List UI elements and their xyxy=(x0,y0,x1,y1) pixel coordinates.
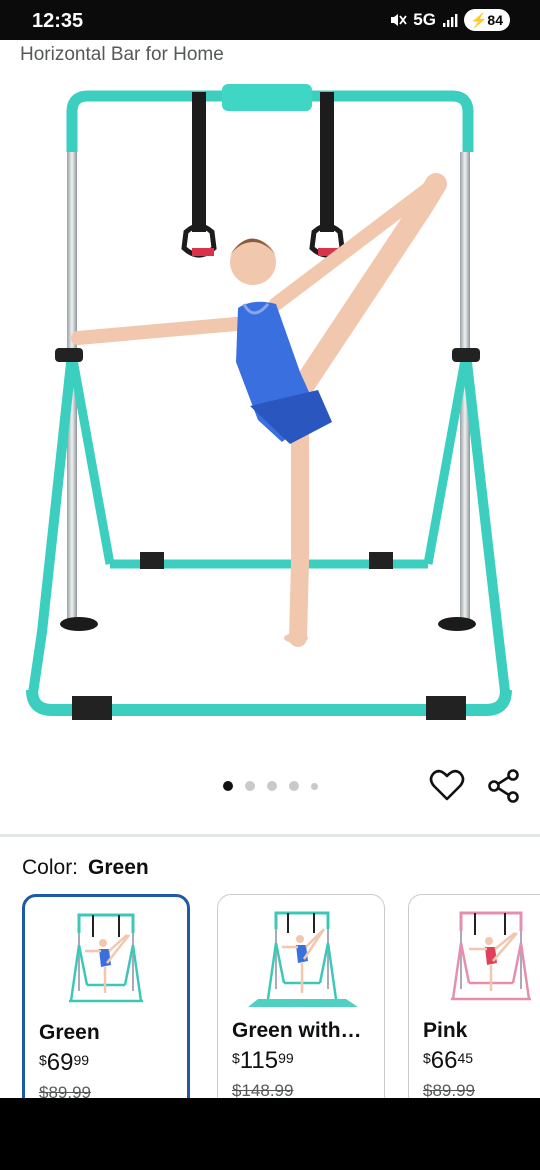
variant-price: $6645 xyxy=(423,1047,473,1075)
share-icon[interactable] xyxy=(486,768,522,804)
variant-card-pink[interactable]: Pink $6645 $89.99 xyxy=(408,894,540,1104)
price-whole: 66 xyxy=(430,1047,458,1074)
variant-thumbnail xyxy=(451,911,531,1001)
carousel-dot-1[interactable] xyxy=(222,781,233,791)
price-currency: $ xyxy=(232,1050,240,1066)
status-bar: 12:35 5G ⚡84 xyxy=(0,0,540,40)
color-selected-value: Green xyxy=(88,856,149,879)
variant-thumbnail xyxy=(248,911,358,1007)
battery-level: 84 xyxy=(487,12,503,28)
status-time: 12:35 xyxy=(32,10,84,32)
network-type: 5G xyxy=(413,10,436,29)
variant-card-green-with-mat[interactable]: Green with… $11599 $148.99 xyxy=(217,894,385,1104)
status-icons: 5G ⚡84 xyxy=(389,9,510,31)
price-fraction: 99 xyxy=(278,1050,294,1066)
price-whole: 69 xyxy=(46,1049,74,1076)
price-fraction: 99 xyxy=(73,1052,90,1068)
section-divider xyxy=(0,834,540,837)
variant-thumbnail xyxy=(69,913,143,1003)
price-currency: $ xyxy=(423,1050,431,1066)
battery-icon: ⚡ xyxy=(469,12,488,28)
product-title: Horizontal Bar for Home xyxy=(20,44,224,65)
system-navigation-bar xyxy=(0,1098,540,1170)
carousel-dot-4[interactable] xyxy=(288,781,299,791)
price-currency: $ xyxy=(39,1052,47,1068)
price-fraction: 45 xyxy=(457,1050,474,1066)
battery-indicator: ⚡84 xyxy=(463,9,510,31)
carousel-dot-3[interactable] xyxy=(266,781,277,791)
variant-card-green[interactable]: Green $6999 $89.99 xyxy=(22,894,190,1104)
variant-name: Green xyxy=(39,1021,100,1044)
variant-price: $6999 xyxy=(39,1049,89,1077)
variant-name: Green with… xyxy=(232,1019,362,1042)
variant-list[interactable]: Green $6999 $89.99 Green with… $11599 $1… xyxy=(0,894,540,1104)
variant-price: $11599 xyxy=(232,1047,294,1075)
mute-icon xyxy=(391,14,408,26)
price-whole: 115 xyxy=(239,1047,279,1074)
heart-icon[interactable] xyxy=(428,766,466,804)
color-label: Color: xyxy=(22,856,79,879)
carousel-dot-5[interactable] xyxy=(310,782,318,790)
signal-icon xyxy=(442,14,458,27)
color-selector-label: Color: Green xyxy=(22,856,149,880)
product-image[interactable] xyxy=(0,72,540,752)
variant-name: Pink xyxy=(423,1019,468,1042)
carousel-dot-2[interactable] xyxy=(244,781,255,791)
